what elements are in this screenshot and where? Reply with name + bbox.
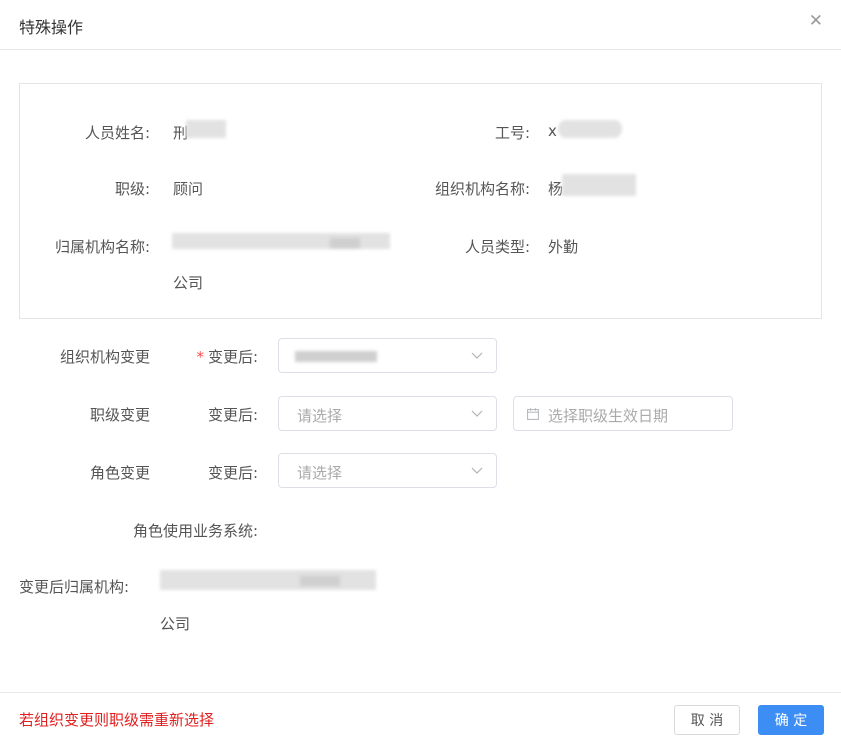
staff-type-label: 人员类型: — [464, 238, 530, 256]
role-change-select[interactable]: 请选择 — [278, 453, 497, 488]
rank-label: 职级: — [114, 180, 150, 198]
chevron-down-icon — [471, 410, 483, 417]
name-label: 人员姓名: — [84, 124, 150, 142]
chevron-down-icon — [471, 352, 483, 359]
rank-select-placeholder: 请选择 — [297, 407, 343, 425]
calendar-icon — [527, 408, 539, 420]
job-number-value: x — [548, 122, 557, 140]
confirm-button[interactable]: 确 定 — [758, 705, 824, 735]
role-select-placeholder: 请选择 — [297, 464, 343, 482]
rank-value: 顾问 — [173, 180, 204, 198]
rank-change-title: 职级变更 — [89, 406, 150, 424]
role-systems-label: 角色使用业务系统: — [132, 522, 258, 540]
modal-title: 特殊操作 — [19, 18, 84, 37]
date-placeholder: 选择职级生效日期 — [548, 407, 669, 425]
staff-type-value: 外勤 — [548, 238, 579, 256]
org-change-select[interactable] — [278, 338, 497, 373]
after-affiliated-org-label: 变更后归属机构: — [19, 578, 130, 596]
org-change-after-text: 变更后: — [207, 348, 258, 366]
chevron-down-icon — [471, 467, 483, 474]
name-redaction — [186, 120, 226, 138]
after-affiliated-org-value: 公司 — [160, 615, 191, 633]
after-affiliated-org-redaction-detail — [300, 576, 340, 586]
modal-header — [0, 0, 841, 50]
cancel-button[interactable]: 取 消 — [674, 705, 740, 735]
job-number-label: 工号: — [494, 124, 530, 142]
org-change-title: 组织机构变更 — [59, 348, 150, 366]
affiliated-org-redaction-detail — [330, 238, 360, 248]
reselect-warning: 若组织变更则职级需重新选择 — [19, 711, 215, 729]
employee-info-panel — [19, 83, 822, 319]
footer-divider — [0, 692, 841, 693]
affiliated-org-label: 归属机构名称: — [54, 238, 150, 256]
after-affiliated-org-redaction — [160, 570, 376, 590]
rank-change-after-label: 变更后: — [207, 406, 258, 424]
required-mark: * — [196, 348, 204, 366]
org-name-value: 杨 — [548, 180, 564, 198]
rank-change-select[interactable]: 请选择 — [278, 396, 497, 431]
role-change-title: 角色变更 — [89, 464, 150, 482]
affiliated-org-value: 公司 — [173, 274, 204, 292]
org-change-selected-redaction — [295, 351, 377, 362]
org-name-label: 组织机构名称: — [434, 180, 530, 198]
job-number-redaction — [558, 120, 622, 138]
org-name-redaction — [562, 174, 636, 196]
close-icon[interactable]: ✕ — [809, 13, 823, 30]
role-change-after-label: 变更后: — [207, 464, 258, 482]
rank-effective-date-input[interactable]: 选择职级生效日期 — [513, 396, 733, 431]
org-change-after-label: * 变更后: — [170, 346, 258, 367]
